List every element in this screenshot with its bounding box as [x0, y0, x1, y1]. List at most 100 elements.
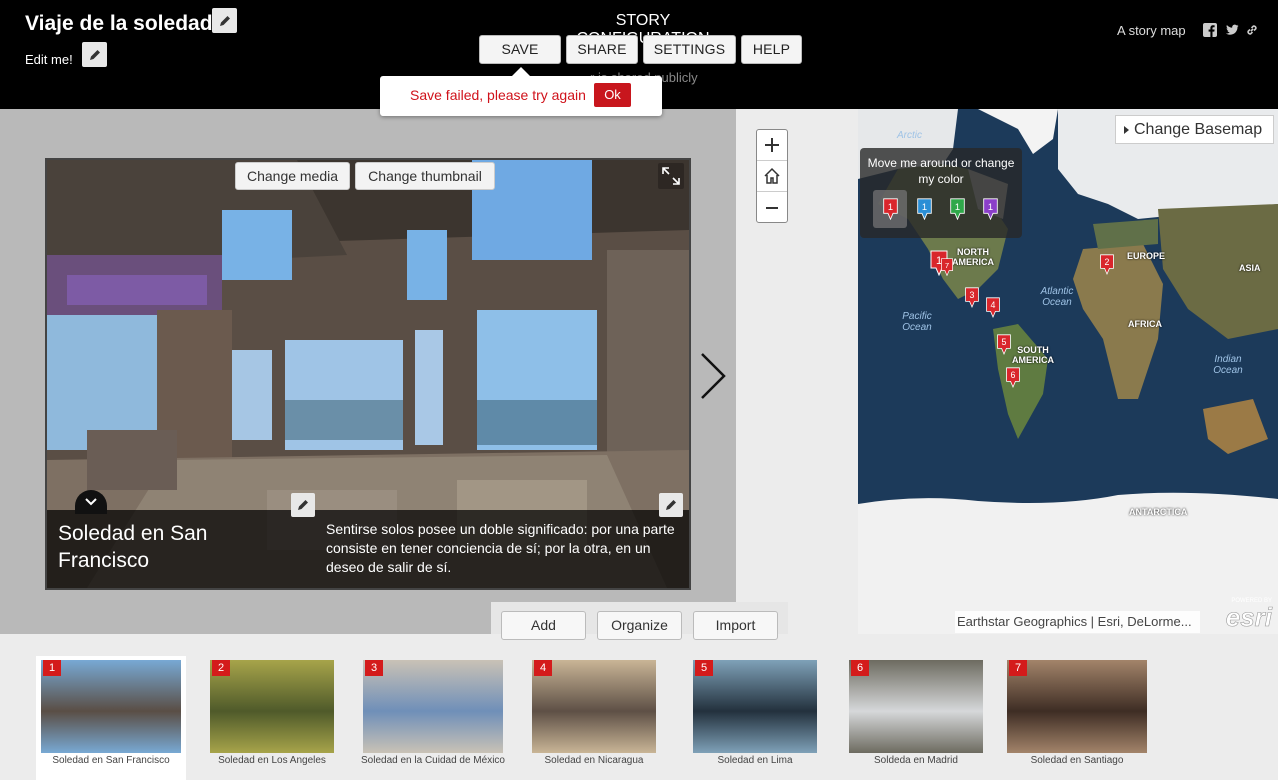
marker-color-picker: Move me around or change my color 1 1 1 1: [860, 148, 1022, 238]
marker-pin-icon: 2: [1100, 254, 1114, 276]
import-slides-button[interactable]: Import: [693, 611, 778, 640]
home-extent-button[interactable]: [757, 161, 787, 192]
thumbnail-number: 3: [365, 660, 383, 676]
zoom-in-button[interactable]: [757, 130, 787, 161]
thumbnail-label: Soledad en Santiago: [1030, 755, 1124, 766]
svg-text:4: 4: [991, 300, 996, 310]
zoom-out-button[interactable]: [757, 192, 787, 223]
home-icon: [764, 167, 780, 184]
slide-thumbnail-5[interactable]: 5: [693, 660, 817, 753]
label-arctic: Arctic: [897, 130, 922, 141]
thumbnail-label: Soldeda en Madrid: [874, 755, 958, 766]
marker-pin-icon: 1: [982, 198, 998, 221]
share-button[interactable]: SHARE: [566, 35, 638, 64]
map-marker-3[interactable]: 3: [964, 287, 980, 313]
svg-text:2: 2: [1105, 257, 1110, 267]
map-marker-2[interactable]: 2: [1099, 254, 1115, 280]
marker-pin-icon: 1: [916, 198, 932, 221]
thumbnail-label: Soledad en Lima: [717, 755, 793, 766]
slide-thumbnail-7[interactable]: 7: [1007, 660, 1147, 753]
collapse-caption-button[interactable]: [75, 490, 107, 514]
next-slide-arrow[interactable]: [696, 350, 730, 402]
svg-text:1: 1: [887, 202, 892, 212]
change-thumbnail-button[interactable]: Change thumbnail: [355, 162, 495, 190]
map-marker-7[interactable]: 7: [940, 258, 954, 281]
svg-text:1: 1: [954, 202, 959, 212]
ok-button[interactable]: Ok: [594, 83, 631, 107]
slide-title: Soledad en San Francisco: [58, 522, 208, 572]
thumbnail-label: Soledad en San Francisco: [52, 755, 170, 766]
slide-thumbnail-2[interactable]: 2: [210, 660, 334, 753]
label-south-america: SOUTH AMERICA: [1012, 345, 1054, 365]
svg-text:1: 1: [921, 202, 926, 212]
link-icon[interactable]: [1245, 23, 1259, 37]
slide-thumbnail-3[interactable]: 3: [363, 660, 503, 753]
change-media-button[interactable]: Change media: [235, 162, 350, 190]
label-pacific: Pacific Ocean: [902, 311, 932, 333]
svg-text:esri: esri: [1226, 602, 1273, 630]
story-map-builder: Viaje de la soledad Edit me! STORY CONFI…: [0, 0, 1278, 780]
map-marker-4[interactable]: 4: [985, 297, 1001, 323]
thumbnail-number: 4: [534, 660, 552, 676]
map-marker-6[interactable]: 6: [1005, 367, 1021, 393]
marker-pin-icon: 3: [965, 287, 979, 309]
twitter-icon[interactable]: [1225, 23, 1239, 37]
settings-button[interactable]: SETTINGS: [643, 35, 736, 64]
thumbnail-number: 6: [851, 660, 869, 676]
slide-thumbnail-4[interactable]: 4: [532, 660, 656, 753]
thumbnail-label: Soledad en Los Angeles: [218, 755, 326, 766]
edit-title-button[interactable]: [212, 8, 237, 33]
organize-slides-button[interactable]: Organize: [597, 611, 682, 640]
slide-thumbnail-1[interactable]: 1: [41, 660, 181, 753]
color-option-3[interactable]: 1: [940, 190, 974, 228]
help-button[interactable]: HELP: [741, 35, 802, 64]
picker-hint: Move me around or change my color: [867, 156, 1015, 186]
save-button[interactable]: SAVE: [479, 35, 561, 64]
change-basemap-button[interactable]: Change Basemap: [1115, 115, 1274, 144]
label-antarctica: ANTARCTICA: [1129, 507, 1188, 517]
pencil-icon: [89, 49, 100, 60]
thumbnail-number: 1: [43, 660, 61, 676]
marker-pin-icon: 6: [1006, 367, 1020, 389]
marker-pin-icon: 1: [882, 198, 898, 221]
label-north-america: NORTH AMERICA: [952, 247, 994, 267]
map-attribution[interactable]: Earthstar Geographics | Esri, DeLorme...: [955, 611, 1200, 633]
marker-pin-icon: 7: [941, 258, 953, 277]
save-failed-message: Save failed, please try again: [410, 87, 586, 103]
thumbnail-number: 7: [1009, 660, 1027, 676]
thumbnail-label: Soledad en la Cuidad de México: [361, 755, 505, 766]
svg-text:7: 7: [945, 261, 949, 270]
edit-slide-title-button[interactable]: [291, 493, 315, 517]
chevron-down-icon: [85, 498, 97, 506]
edit-slide-description-button[interactable]: [659, 493, 683, 517]
fullscreen-icon[interactable]: [658, 163, 684, 189]
label-atlantic: Atlantic Ocean: [1040, 286, 1074, 308]
marker-pin-icon: 4: [986, 297, 1000, 319]
slide-description: Sentirse solos posee un doble significad…: [326, 521, 675, 575]
label-asia: ASIA: [1239, 263, 1261, 273]
brand-label: A story map: [1117, 23, 1186, 38]
plus-icon: [765, 138, 779, 152]
svg-text:3: 3: [970, 290, 975, 300]
svg-text:1: 1: [987, 202, 992, 212]
color-option-4[interactable]: 1: [973, 190, 1007, 228]
marker-pin-icon: 5: [997, 334, 1011, 356]
add-slide-button[interactable]: Add: [501, 611, 586, 640]
map-gutter: [736, 109, 858, 634]
thumbnail-label: Soledad en Nicaragua: [544, 755, 644, 766]
thumbnail-number: 5: [695, 660, 713, 676]
zoom-controls: [756, 129, 788, 223]
pencil-icon: [298, 500, 308, 510]
pencil-icon: [219, 15, 230, 26]
color-option-1[interactable]: 1: [873, 190, 907, 228]
edit-subtitle-button[interactable]: [82, 42, 107, 67]
slide-thumbnail-6[interactable]: 6: [849, 660, 983, 753]
color-option-2[interactable]: 1: [907, 190, 941, 228]
marker-pin-icon: 1: [949, 198, 965, 221]
map-marker-5[interactable]: 5: [996, 334, 1012, 360]
save-failed-popup: Save failed, please try again Ok: [380, 67, 662, 116]
pencil-icon: [666, 500, 676, 510]
facebook-icon[interactable]: [1203, 23, 1217, 37]
esri-logo: POWERED BY esri: [1225, 598, 1273, 630]
svg-text:5: 5: [1002, 337, 1007, 347]
